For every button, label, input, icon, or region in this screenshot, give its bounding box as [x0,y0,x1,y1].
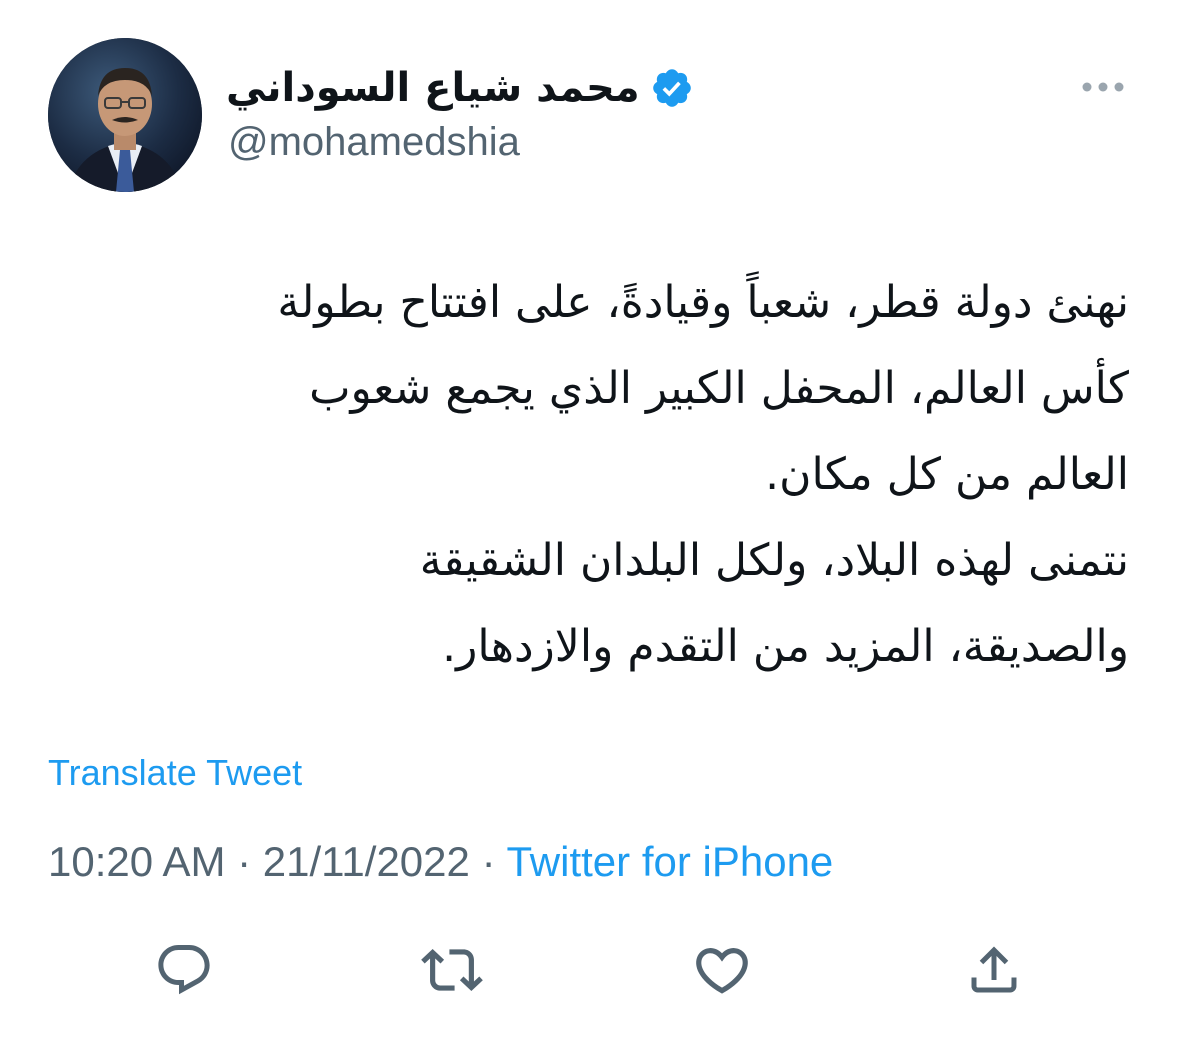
meta-separator: · [237,838,263,885]
tweet-source[interactable]: Twitter for iPhone [506,838,833,885]
author-name-row: محمد شياع السوداني [226,58,694,118]
share-icon [971,946,1017,993]
reply-icon [158,945,210,995]
tweet-detail: محمد شياع السوداني @mohamedshia نهنئ دول… [0,0,1179,1053]
author-handle[interactable]: @mohamedshia [228,120,520,165]
author-display-name[interactable]: محمد شياع السوداني [226,65,640,111]
author-avatar[interactable] [48,38,202,192]
share-button[interactable] [962,938,1026,1002]
verified-badge-icon [650,66,694,110]
retweet-button[interactable] [420,938,484,1002]
avatar-image [48,38,202,192]
tweet-metadata: 10:20 AM · 21/11/2022 · Twitter for iPho… [48,838,833,886]
tweet-text: نهنئ دولة قطر، شعباً وقيادةً، على افتتاح… [277,277,1129,672]
meta-separator: · [481,838,507,885]
like-icon [696,948,748,994]
more-options-icon [1082,82,1124,92]
translate-tweet-link[interactable]: Translate Tweet [48,752,302,794]
retweet-icon [421,949,483,991]
tweet-date[interactable]: 21/11/2022 [263,838,470,885]
reply-button[interactable] [152,938,216,1002]
tweet-time[interactable]: 10:20 AM [48,838,225,885]
like-button[interactable] [690,938,754,1002]
more-options-button[interactable] [1076,70,1130,104]
